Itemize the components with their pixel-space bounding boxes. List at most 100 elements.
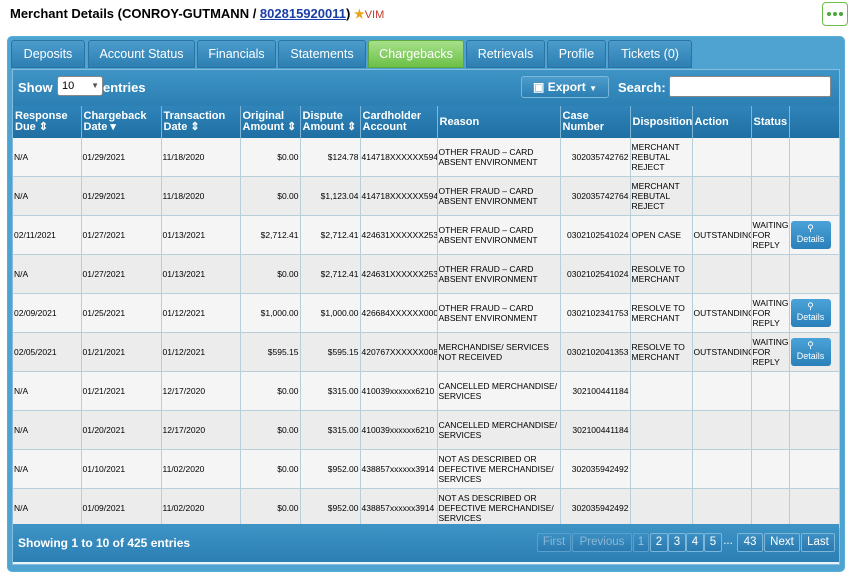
column-header-label: Dispute Amount xyxy=(302,110,345,133)
cell-chargeback-date: 01/21/2021 xyxy=(81,332,162,372)
column-header-action[interactable]: Action xyxy=(692,106,752,138)
tab-statements[interactable]: Statements xyxy=(278,40,366,68)
cell-dispute-amount: $2,712.41 xyxy=(300,254,361,294)
column-header-transaction-date[interactable]: Transaction Date ⇕ xyxy=(161,106,241,138)
cell-disposition: MERCHANT REBUTAL REJECT xyxy=(630,138,693,177)
dot-icon xyxy=(833,12,837,16)
search-input[interactable] xyxy=(669,76,831,97)
tab-retrievals[interactable]: Retrievals xyxy=(466,40,545,68)
cell-details xyxy=(789,410,840,450)
column-header-disposition[interactable]: Disposition xyxy=(630,106,693,138)
tab-deposits[interactable]: Deposits xyxy=(11,40,85,68)
merchant-id-link[interactable]: 802815920011 xyxy=(260,6,346,21)
column-header-original-amount[interactable]: Original Amount ⇕ xyxy=(240,106,301,138)
cell-case-number: 302100441184 xyxy=(560,410,631,450)
cell-status xyxy=(751,449,790,489)
cell-cardholder-account: 414718XXXXXX5946 xyxy=(360,176,438,216)
cell-chargeback-date: 01/25/2021 xyxy=(81,293,162,333)
column-header-case-number[interactable]: Case Number xyxy=(560,106,631,138)
cell-transaction-date: 01/13/2021 xyxy=(161,215,241,255)
tab-account-status[interactable]: Account Status xyxy=(88,40,195,68)
table-row[interactable]: N/A 01/10/2021 11/02/2020 $0.00 $952.00 43885… xyxy=(13,449,840,489)
pagination-page-1[interactable]: 1 xyxy=(633,533,649,552)
chargebacks-table-wrapper: Show 10 ▼ entries ▣ Export ▼ Search: Resp… xyxy=(12,69,840,565)
magnifier-icon: ⚲ xyxy=(807,340,814,350)
cell-status: WAITING FOR REPLY xyxy=(751,293,790,333)
cell-action xyxy=(692,254,752,294)
cell-response-due: N/A xyxy=(13,488,82,528)
entries-select[interactable]: 10 ▼ xyxy=(57,76,103,96)
cell-transaction-date: 12/17/2020 xyxy=(161,410,241,450)
cell-cardholder-account: 424631XXXXXX2533 xyxy=(360,254,438,294)
pagination-page-5[interactable]: 5 xyxy=(704,533,722,552)
cell-details xyxy=(789,371,840,411)
chargebacks-table: Response Due ⇕ Chargeback Date ▾ Transac… xyxy=(13,106,840,528)
search-label: Search: xyxy=(618,80,666,95)
tab-profile[interactable]: Profile xyxy=(547,40,606,68)
table-row[interactable]: N/A 01/27/2021 01/13/2021 $0.00 $2,712.41 424… xyxy=(13,254,840,294)
cell-chargeback-date: 01/09/2021 xyxy=(81,488,162,528)
pagination-page-3[interactable]: 3 xyxy=(668,533,686,552)
cell-details: ⚲ Details xyxy=(789,293,840,333)
table-row[interactable]: 02/09/2021 01/25/2021 01/12/2021 $1,000.00 $… xyxy=(13,293,840,333)
table-row[interactable]: N/A 01/21/2021 12/17/2020 $0.00 $315.00 41003… xyxy=(13,371,840,411)
column-header-reason[interactable]: Reason xyxy=(437,106,561,138)
table-row[interactable]: 02/05/2021 01/21/2021 01/12/2021 $595.15 $59… xyxy=(13,332,840,372)
column-header-status[interactable]: Status xyxy=(751,106,790,138)
pagination-first[interactable]: First xyxy=(537,533,571,552)
table-row[interactable]: N/A 01/20/2021 12/17/2020 $0.00 $315.00 41003… xyxy=(13,410,840,450)
cell-response-due: N/A xyxy=(13,138,82,177)
cell-cardholder-account: 438857xxxxxx3914 xyxy=(360,488,438,528)
more-options-button[interactable] xyxy=(822,2,848,26)
details-button[interactable]: ⚲ Details xyxy=(790,221,831,249)
cell-transaction-date: 01/13/2021 xyxy=(161,254,241,294)
cell-dispute-amount: $595.15 xyxy=(300,332,361,372)
cell-action xyxy=(692,371,752,411)
entries-value: 10 xyxy=(62,80,75,92)
details-label: Details xyxy=(796,351,825,361)
cell-transaction-date: 11/18/2020 xyxy=(161,176,241,216)
export-label: Export xyxy=(547,80,586,94)
table-row[interactable]: N/A 01/29/2021 11/18/2020 $0.00 $124.78 41471… xyxy=(13,138,840,177)
cell-details xyxy=(789,138,840,177)
cell-cardholder-account: 410039xxxxxx6210 xyxy=(360,371,438,411)
pagination-page-43[interactable]: 43 xyxy=(737,533,763,552)
column-header-dispute-amount[interactable]: Dispute Amount ⇕ xyxy=(300,106,361,138)
column-header-chargeback-date[interactable]: Chargeback Date ▾ xyxy=(81,106,162,138)
cell-reason: OTHER FRAUD – CARD ABSENT ENVIRONMENT xyxy=(437,138,561,177)
cell-action: OUTSTANDING xyxy=(692,215,752,255)
cell-dispute-amount: $315.00 xyxy=(300,410,361,450)
cell-original-amount: $1,000.00 xyxy=(240,293,301,333)
cell-status xyxy=(751,176,790,216)
table-toolbar: Show 10 ▼ entries ▣ Export ▼ Search: xyxy=(13,70,839,106)
column-header-cardholder-account[interactable]: Cardholder Account xyxy=(360,106,438,138)
pagination-page-4[interactable]: 4 xyxy=(686,533,704,552)
export-button[interactable]: ▣ Export ▼ xyxy=(521,76,609,98)
table-row[interactable]: N/A 01/29/2021 11/18/2020 $0.00 $1,123.04 414… xyxy=(13,176,840,216)
tab-financials[interactable]: Financials xyxy=(197,40,276,68)
cell-transaction-date: 01/12/2021 xyxy=(161,293,241,333)
column-header-response-due[interactable]: Response Due ⇕ xyxy=(13,106,82,138)
cell-chargeback-date: 01/20/2021 xyxy=(81,410,162,450)
pagination-previous[interactable]: Previous xyxy=(572,533,632,552)
cell-dispute-amount: $952.00 xyxy=(300,488,361,528)
dot-icon xyxy=(827,12,831,16)
details-button[interactable]: ⚲ Details xyxy=(790,338,831,366)
table-row[interactable]: N/A 01/09/2021 11/02/2020 $0.00 $952.00 43885… xyxy=(13,488,840,528)
table-row[interactable]: 02/11/2021 01/27/2021 01/13/2021 $2,712.41 $… xyxy=(13,215,840,255)
table-footer: Showing 1 to 10 of 425 entries First Pre… xyxy=(13,524,839,562)
details-button[interactable]: ⚲ Details xyxy=(790,299,831,327)
cell-chargeback-date: 01/10/2021 xyxy=(81,449,162,489)
vim-badge: VIM xyxy=(364,9,385,21)
pagination-page-2[interactable]: 2 xyxy=(650,533,668,552)
pagination-next[interactable]: Next xyxy=(764,533,800,552)
cell-case-number: 0302102541024 xyxy=(560,254,631,294)
tab-tickets[interactable]: Tickets (0) xyxy=(608,40,692,68)
cell-original-amount: $0.00 xyxy=(240,371,301,411)
pagination-last[interactable]: Last xyxy=(801,533,835,552)
cell-transaction-date: 11/02/2020 xyxy=(161,449,241,489)
tab-chargebacks[interactable]: Chargebacks xyxy=(368,40,464,68)
cell-response-due: N/A xyxy=(13,176,82,216)
cell-details: ⚲ Details xyxy=(789,332,840,372)
details-label: Details xyxy=(796,234,825,244)
